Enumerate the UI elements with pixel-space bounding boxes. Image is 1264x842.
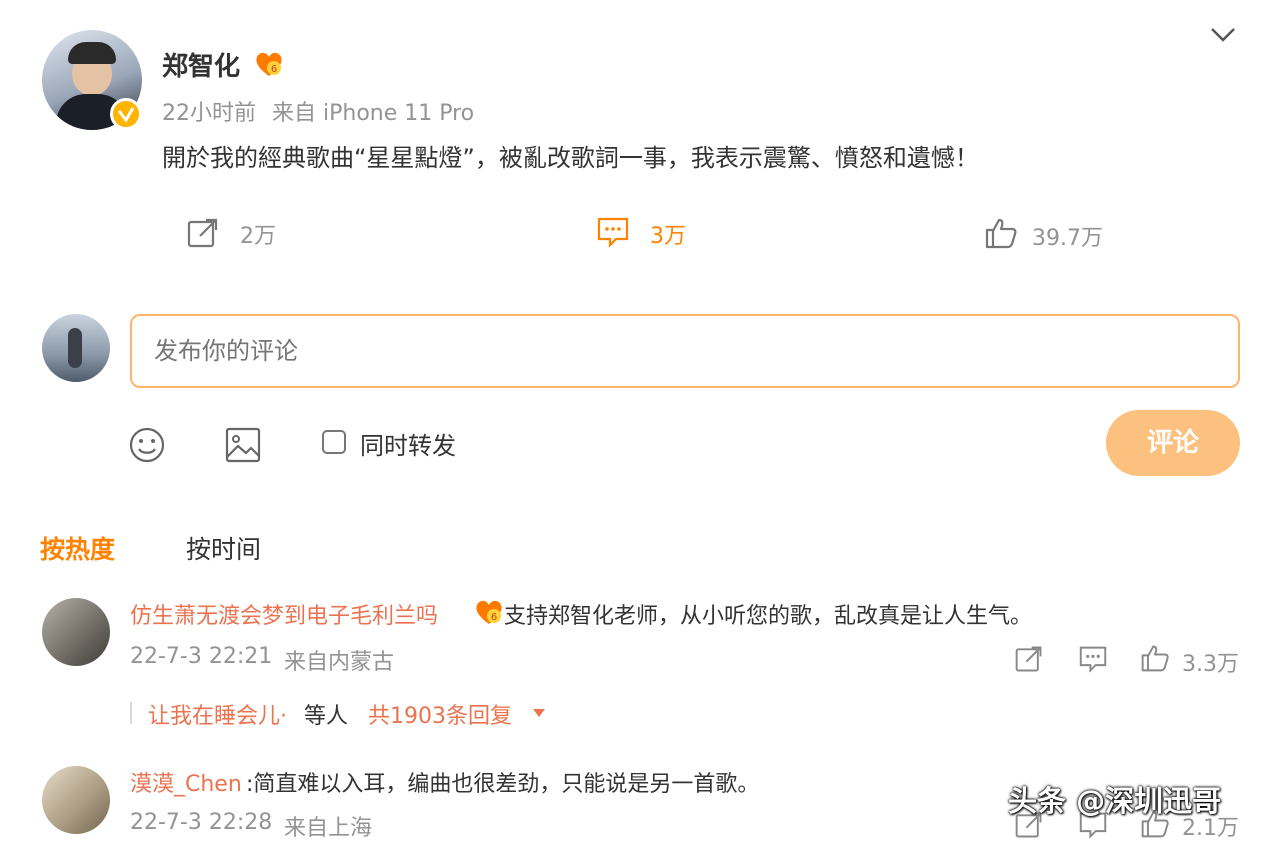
- author-name[interactable]: 郑智化: [162, 46, 240, 83]
- comment-input[interactable]: [130, 314, 1240, 388]
- vip-heart-badge-icon: 6: [474, 598, 504, 626]
- reply-username[interactable]: 让我在睡会儿·: [148, 698, 287, 730]
- comment-text: 支持郑智化老师，从小听您的歌，乱改真是让人生气。: [504, 604, 1033, 629]
- reply-count-link[interactable]: 共1903条回复: [368, 698, 512, 730]
- comment-time: 22-7-3 22:21: [130, 644, 273, 669]
- repost-count[interactable]: 2万: [240, 218, 276, 250]
- repost-icon[interactable]: [1014, 644, 1044, 674]
- tab-sort-by-time[interactable]: 按时间: [186, 530, 261, 566]
- comment-avatar[interactable]: [42, 598, 110, 666]
- svg-text:6: 6: [271, 64, 277, 75]
- svg-text:6: 6: [491, 612, 497, 623]
- also-repost-label[interactable]: 同时转发: [360, 426, 456, 461]
- post-text: 開於我的經典歌曲“星星點燈”，被亂改歌詞一事，我表示震驚、憤怒和遺憾！: [162, 144, 979, 172]
- comment-text: :简直难以入耳，编曲也很差劲，只能说是另一首歌。: [246, 772, 760, 797]
- comment-like-count[interactable]: 3.3万: [1182, 646, 1239, 678]
- post-time: 22小时前: [162, 101, 256, 126]
- reply-divider: [130, 702, 132, 724]
- verified-badge-icon: [110, 98, 142, 130]
- reply-icon[interactable]: [1078, 645, 1108, 673]
- current-user-avatar[interactable]: [42, 314, 110, 382]
- post-source: 来自 iPhone 11 Pro: [272, 101, 475, 126]
- emoji-icon[interactable]: [128, 426, 166, 464]
- comment-icon[interactable]: [596, 216, 630, 248]
- watermark: 头条 @深圳迅哥: [1008, 784, 1222, 818]
- comment-username[interactable]: 仿生萧无渡会梦到电子毛利兰吗: [130, 598, 438, 630]
- submit-comment-button[interactable]: 评论: [1106, 410, 1240, 476]
- like-icon[interactable]: [1140, 643, 1170, 673]
- chevron-down-icon[interactable]: [1210, 26, 1236, 44]
- also-repost-checkbox[interactable]: [322, 430, 346, 454]
- image-icon[interactable]: [224, 426, 262, 464]
- comment-time: 22-7-3 22:28: [130, 810, 273, 835]
- comment-username[interactable]: 漠漠_Chen: [130, 766, 242, 798]
- comment-avatar[interactable]: [42, 766, 110, 834]
- comment-count[interactable]: 3万: [650, 218, 686, 250]
- repost-icon[interactable]: [186, 216, 220, 250]
- like-icon[interactable]: [984, 216, 1018, 250]
- comment-source: 来自上海: [284, 816, 373, 841]
- caret-down-icon[interactable]: [532, 708, 546, 718]
- tab-sort-by-heat[interactable]: 按热度: [40, 530, 115, 566]
- comment-source: 来自内蒙古: [284, 650, 395, 675]
- like-count[interactable]: 39.7万: [1032, 220, 1103, 252]
- reply-others: 等人: [304, 704, 349, 729]
- vip-heart-badge-icon: 6: [254, 50, 284, 78]
